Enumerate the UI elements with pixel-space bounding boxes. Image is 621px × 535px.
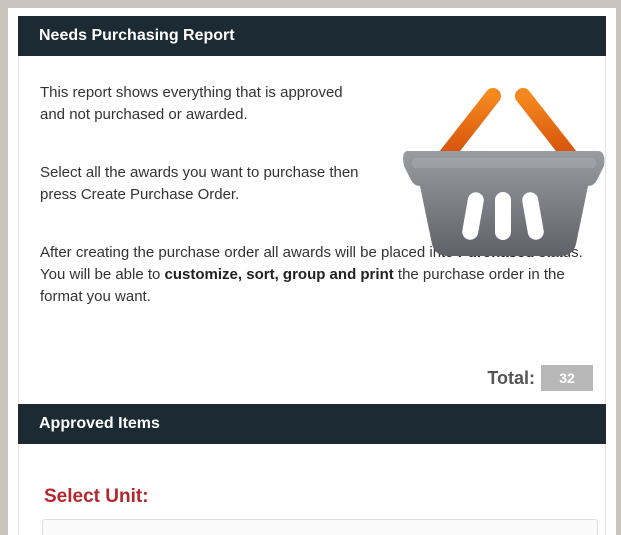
- approved-items-header: Approved Items: [18, 404, 606, 444]
- needs-purchasing-widget: Needs Purchasing Report This report show…: [8, 8, 616, 535]
- report-description-1: This report shows everything that is app…: [40, 84, 343, 123]
- total-label: Total:: [487, 367, 535, 388]
- report-panel-header: Needs Purchasing Report: [18, 16, 606, 56]
- report-title: Needs Purchasing Report: [39, 27, 235, 44]
- customize-options-text: customize, sort, group and print: [164, 266, 394, 283]
- shopping-basket-icon: [403, 88, 605, 256]
- approved-items-title: Approved Items: [39, 415, 160, 432]
- total-summary: Total: 32: [487, 364, 593, 392]
- approved-items-body: Select Unit:: [18, 444, 606, 535]
- total-count-badge: 32: [541, 365, 593, 391]
- select-unit-label: Select Unit:: [44, 486, 149, 507]
- report-panel-body: This report shows everything that is app…: [18, 56, 606, 404]
- unit-select-dropdown[interactable]: [42, 519, 598, 535]
- report-description-2: Select all the awards you want to purcha…: [40, 164, 359, 203]
